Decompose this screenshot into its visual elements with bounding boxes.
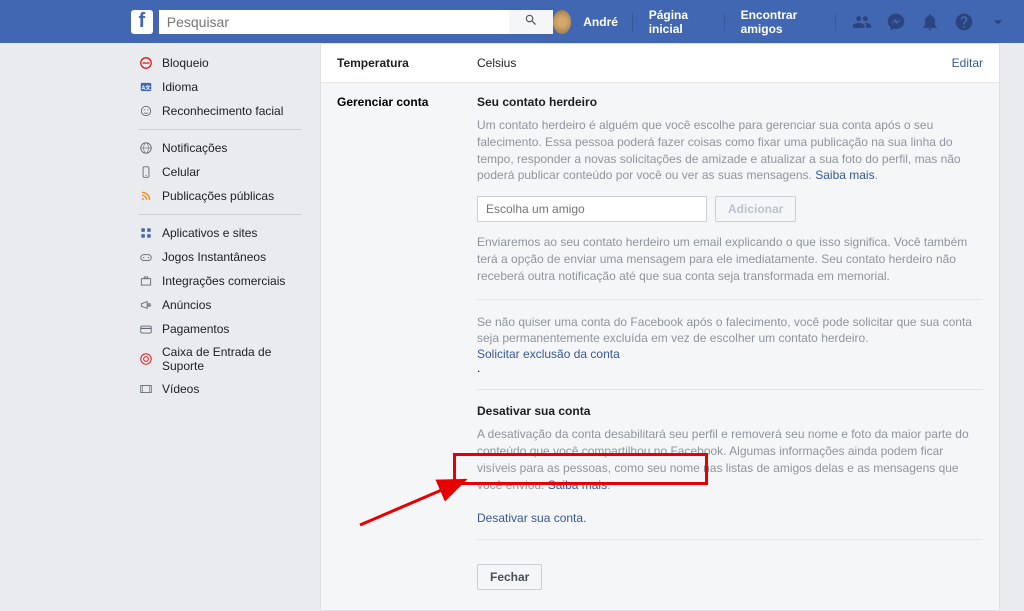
videos-icon xyxy=(138,381,154,397)
manage-account-section: Gerenciar conta Seu contato herdeiro Um … xyxy=(321,83,999,610)
search-container xyxy=(159,10,553,34)
sidebar-item-suporte[interactable]: Caixa de Entrada de Suporte xyxy=(130,341,310,377)
separator xyxy=(835,13,836,31)
deactivate-title: Desativar sua conta xyxy=(477,404,983,418)
sidebar-item-integracoes[interactable]: Integrações comerciais xyxy=(130,269,310,293)
learn-more-link-2[interactable]: Saiba mais xyxy=(548,478,607,492)
sidebar-item-idioma[interactable]: A文 Idioma xyxy=(130,75,310,99)
sidebar-item-label: Vídeos xyxy=(162,382,199,396)
nav-icons xyxy=(852,12,1008,32)
topbar: f André Página inicial Encontrar amigos xyxy=(0,0,1024,43)
games-icon xyxy=(138,249,154,265)
topbar-right: André Página inicial Encontrar amigos xyxy=(553,8,1008,36)
sidebar-item-apps[interactable]: Aplicativos e sites xyxy=(130,221,310,245)
ads-icon xyxy=(138,297,154,313)
face-icon xyxy=(138,103,154,119)
block-icon xyxy=(138,55,154,71)
business-icon xyxy=(138,273,154,289)
search-icon xyxy=(524,13,538,30)
sidebar-item-label: Celular xyxy=(162,165,200,179)
dropdown-icon[interactable] xyxy=(988,12,1008,32)
user-name-link[interactable]: André xyxy=(575,15,626,29)
legacy-desc: Um contato herdeiro é alguém que você es… xyxy=(477,117,983,184)
sidebar-item-label: Integrações comerciais xyxy=(162,274,285,288)
sidebar-separator xyxy=(138,129,302,130)
legacy-title: Seu contato herdeiro xyxy=(477,95,983,109)
facebook-logo[interactable]: f xyxy=(131,10,153,34)
sidebar-item-pagamentos[interactable]: Pagamentos xyxy=(130,317,310,341)
sidebar: Bloqueio A文 Idioma Reconhecimento facial… xyxy=(130,43,310,611)
separator xyxy=(477,299,983,300)
help-icon[interactable] xyxy=(954,12,974,32)
sidebar-item-label: Bloqueio xyxy=(162,56,209,70)
sidebar-item-bloqueio[interactable]: Bloqueio xyxy=(130,51,310,75)
main-container: Bloqueio A文 Idioma Reconhecimento facial… xyxy=(130,43,1024,611)
search-input[interactable] xyxy=(159,10,509,34)
temp-label: Temperatura xyxy=(337,56,477,70)
temp-value: Celsius xyxy=(477,56,952,70)
notifications-icon[interactable] xyxy=(920,12,940,32)
sidebar-item-anuncios[interactable]: Anúncios xyxy=(130,293,310,317)
avatar[interactable] xyxy=(553,10,572,34)
language-icon: A文 xyxy=(138,79,154,95)
sidebar-item-label: Reconhecimento facial xyxy=(162,104,283,118)
sidebar-item-publicacoes[interactable]: Publicações públicas xyxy=(130,184,310,208)
sidebar-item-label: Jogos Instantâneos xyxy=(162,250,266,264)
content: Temperatura Celsius Editar Gerenciar con… xyxy=(320,43,1000,611)
sidebar-item-label: Publicações públicas xyxy=(162,189,274,203)
nav-home[interactable]: Página inicial xyxy=(639,8,718,36)
nav-find-friends[interactable]: Encontrar amigos xyxy=(731,8,830,36)
delete-account-link[interactable]: Solicitar exclusão da conta xyxy=(477,347,983,361)
edit-link[interactable]: Editar xyxy=(952,56,983,70)
mobile-icon xyxy=(138,164,154,180)
legacy-email-desc: Enviaremos ao seu contato herdeiro um em… xyxy=(477,234,983,284)
sidebar-item-notificacoes[interactable]: Notificações xyxy=(130,136,310,160)
messenger-icon[interactable] xyxy=(886,12,906,32)
manage-label: Gerenciar conta xyxy=(337,95,477,590)
separator xyxy=(477,389,983,390)
temperature-row[interactable]: Temperatura Celsius Editar xyxy=(321,44,999,83)
sidebar-item-jogos[interactable]: Jogos Instantâneos xyxy=(130,245,310,269)
friends-icon[interactable] xyxy=(852,12,872,32)
apps-icon xyxy=(138,225,154,241)
deactivate-desc: A desativação da conta desabilitará seu … xyxy=(477,426,983,493)
sidebar-item-label: Aplicativos e sites xyxy=(162,226,257,240)
separator xyxy=(632,13,633,31)
legacy-delete-desc: Se não quiser uma conta do Facebook após… xyxy=(477,314,983,348)
legacy-input-row: Adicionar xyxy=(477,196,983,222)
support-icon xyxy=(138,351,154,367)
sidebar-item-label: Anúncios xyxy=(162,298,211,312)
search-button[interactable] xyxy=(509,10,553,34)
deactivate-account-link[interactable]: Desativar sua conta. xyxy=(477,507,983,529)
globe-icon xyxy=(138,140,154,156)
friend-input[interactable] xyxy=(477,196,707,222)
learn-more-link[interactable]: Saiba mais xyxy=(815,168,874,182)
sidebar-item-videos[interactable]: Vídeos xyxy=(130,377,310,401)
sidebar-item-celular[interactable]: Celular xyxy=(130,160,310,184)
sidebar-separator xyxy=(138,214,302,215)
add-button[interactable]: Adicionar xyxy=(715,196,796,222)
separator xyxy=(724,13,725,31)
manage-content: Seu contato herdeiro Um contato herdeiro… xyxy=(477,95,983,590)
rss-icon xyxy=(138,188,154,204)
close-button[interactable]: Fechar xyxy=(477,564,542,590)
sidebar-item-label: Pagamentos xyxy=(162,322,229,336)
payments-icon xyxy=(138,321,154,337)
sidebar-item-label: Notificações xyxy=(162,141,227,155)
sidebar-item-label: Idioma xyxy=(162,80,198,94)
sidebar-item-facial[interactable]: Reconhecimento facial xyxy=(130,99,310,123)
separator xyxy=(477,539,983,540)
sidebar-item-label: Caixa de Entrada de Suporte xyxy=(162,345,302,373)
